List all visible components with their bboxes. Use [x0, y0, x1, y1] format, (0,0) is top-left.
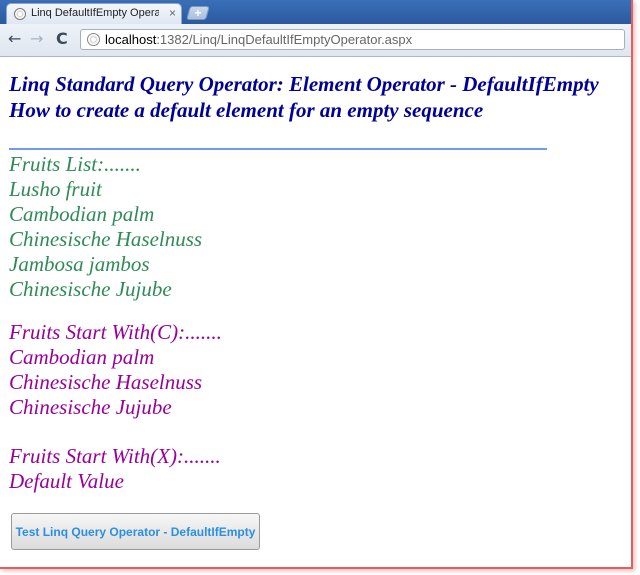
close-icon[interactable]: ×: [169, 6, 176, 20]
address-bar[interactable]: localhost:1382/Linq/LinqDefaultIfEmptyOp…: [80, 29, 625, 50]
tab-strip: Linq DefaultIfEmpty Operat × +: [0, 0, 631, 24]
list-item: Chinesische Haselnuss: [9, 370, 203, 394]
divider: [9, 148, 547, 150]
browser-toolbar: ← → C localhost:1382/Linq/LinqDefaultIfE…: [0, 24, 631, 57]
browser-window: Linq DefaultIfEmpty Operat × + ← → C loc…: [0, 0, 633, 569]
fruits-start-with-x: Fruits Start With(X):....... Default Val…: [9, 444, 221, 494]
page-title: Linq Standard Query Operator: Element Op…: [9, 72, 599, 96]
page-content: Linq Standard Query Operator: Element Op…: [0, 57, 631, 566]
list-header: Fruits Start With(C):.......: [9, 320, 222, 344]
list-item: Default Value: [9, 469, 124, 493]
back-icon[interactable]: ←: [8, 30, 21, 48]
new-tab-button[interactable]: +: [186, 6, 210, 20]
list-item: Cambodian palm: [9, 202, 155, 226]
list-item: Chinesische Haselnuss: [9, 227, 203, 251]
url-host: localhost: [105, 32, 157, 47]
url-text[interactable]: localhost:1382/Linq/LinqDefaultIfEmptyOp…: [105, 32, 412, 47]
list-header: Fruits Start With(X):.......: [9, 444, 221, 468]
list-item: Chinesische Jujube: [9, 395, 172, 419]
list-header: Fruits List:.......: [9, 152, 141, 176]
reload-icon[interactable]: C: [56, 30, 68, 48]
page-subtitle: How to create a default element for an e…: [9, 98, 484, 122]
fruits-start-with-c: Fruits Start With(C):....... Cambodian p…: [9, 320, 222, 420]
page-icon: [14, 8, 26, 20]
list-item: Chinesische Jujube: [9, 277, 172, 301]
page-icon: [87, 33, 100, 46]
list-item: Cambodian palm: [9, 345, 155, 369]
forward-icon[interactable]: →: [30, 30, 43, 48]
plus-icon: +: [194, 6, 202, 20]
test-operator-button[interactable]: Test Linq Query Operator - DefaultIfEmpt…: [11, 513, 260, 550]
tab-title: Linq DefaultIfEmpty Operat: [31, 7, 159, 19]
list-item: Jambosa jambos: [9, 252, 150, 276]
list-item: Lusho fruit: [9, 177, 102, 201]
url-path: :1382/Linq/LinqDefaultIfEmptyOperator.as…: [156, 32, 413, 47]
browser-tab[interactable]: Linq DefaultIfEmpty Operat ×: [6, 3, 182, 24]
fruits-list: Fruits List:....... Lusho fruit Cambodia…: [9, 152, 202, 302]
